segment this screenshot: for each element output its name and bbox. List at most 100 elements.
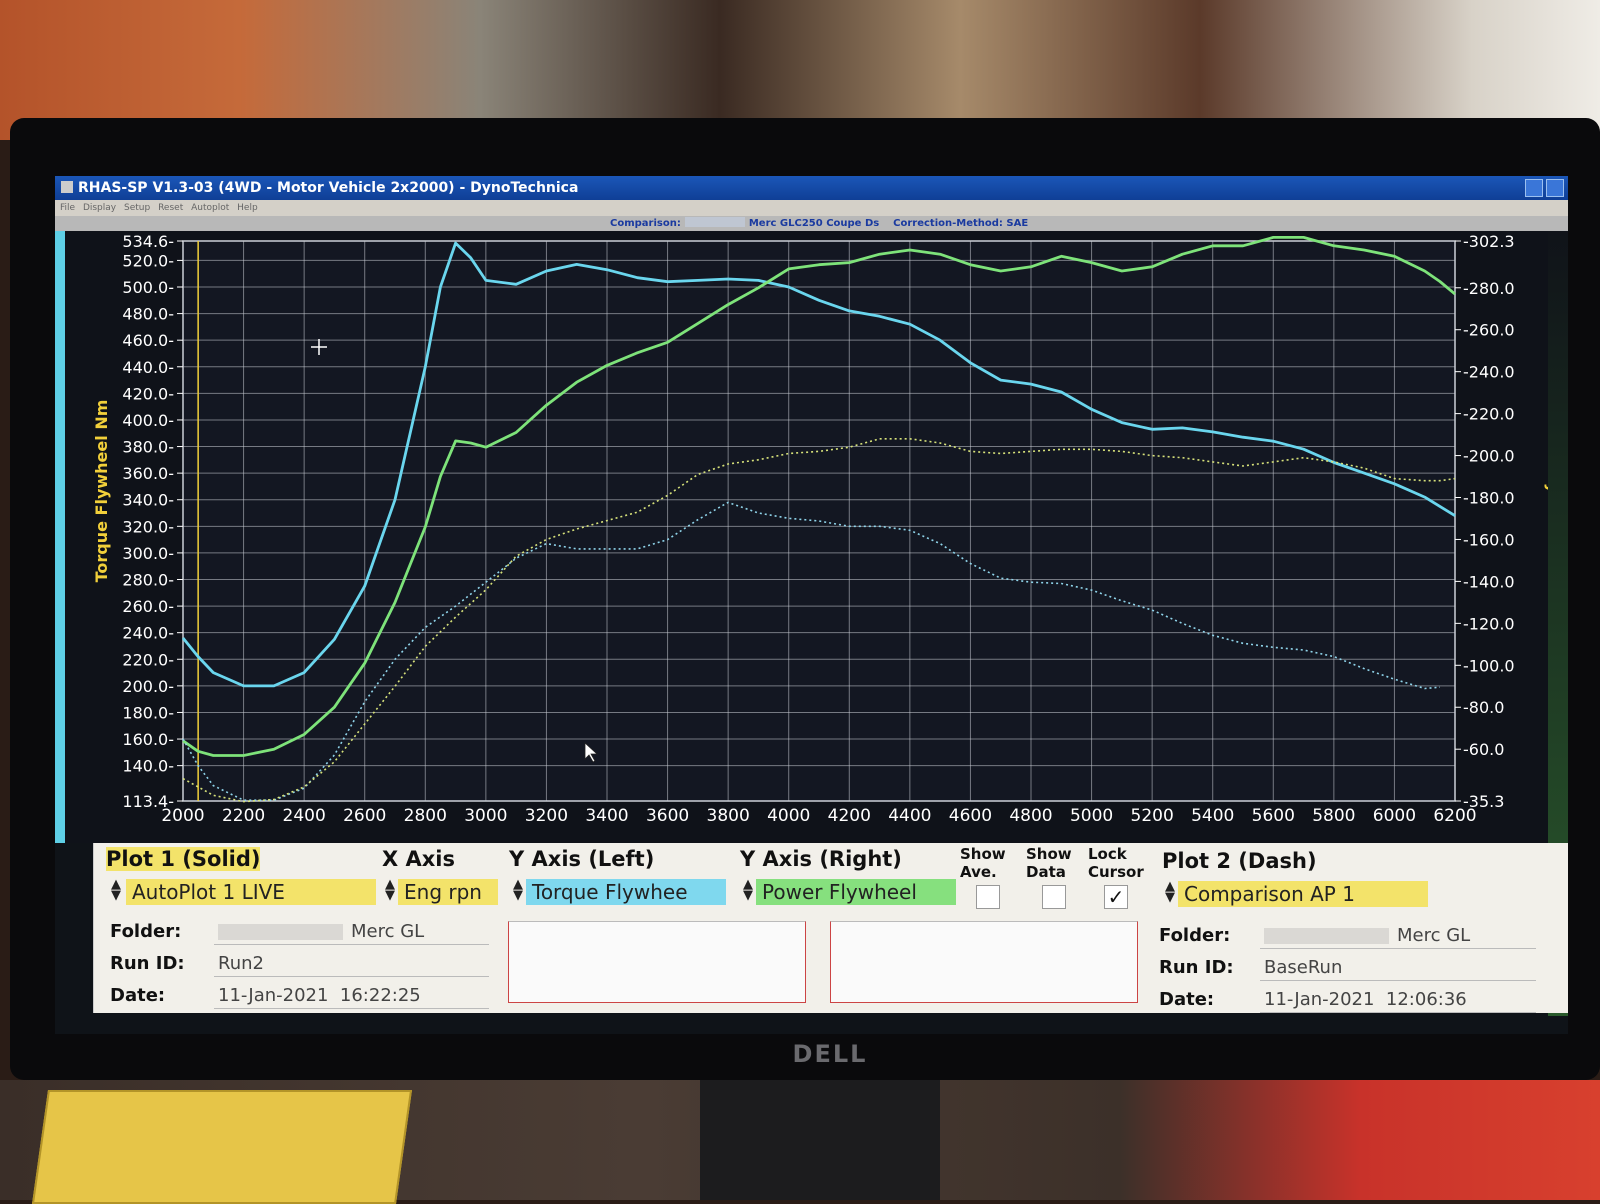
x-tick-label: 4600 [949, 806, 992, 826]
y-axis-right-title: Y Axis (Right) [740, 847, 902, 871]
show-data-checkbox[interactable] [1042, 885, 1066, 909]
plot-area[interactable]: 2000 2200 2400 2600 2800 3000 3200 3400 3600 3800… [55, 231, 1568, 843]
y-left-axis-title: Torque Flywheel Nm [92, 400, 111, 583]
plot2-notes-box[interactable] [830, 921, 1138, 1003]
background-box [31, 1090, 413, 1204]
y-right-tick-label: -160.0 [1463, 530, 1515, 549]
x-tick-label: 4200 [828, 806, 871, 826]
y-axis-left-field[interactable]: Torque Flywhee [526, 879, 726, 905]
menu-autoplot[interactable]: Autoplot [191, 203, 229, 213]
y-right-tick-label: -220.0 [1463, 405, 1515, 424]
y-left-tick-label: 460.0- [122, 331, 174, 350]
menu-reset[interactable]: Reset [158, 203, 183, 213]
plot1-spinner[interactable]: ▲ ▼ [110, 878, 122, 902]
plot2-title: Plot 2 (Dash) [1162, 849, 1317, 873]
y-left-tick-label: 400.0- [122, 411, 174, 430]
menu-bar: File Display Setup Reset Autoplot Help [55, 200, 1568, 216]
y-right-tick-label: -240.0 [1463, 363, 1515, 382]
y-axis-right-field[interactable]: Power Flywheel [756, 879, 956, 905]
title-bar: RHAS-SP V1.3-03 (4WD - Motor Vehicle 2x2… [55, 176, 1568, 200]
y-right-tick-label: -140.0 [1463, 572, 1515, 591]
plot2-folder-value: Merc GL [1260, 923, 1536, 949]
x-tick-label: 5400 [1191, 806, 1234, 826]
plot1-source-field[interactable]: AutoPlot 1 LIVE [126, 879, 376, 905]
dyno-chart[interactable]: 2000 2200 2400 2600 2800 3000 3200 3400 3600 3800… [65, 231, 1568, 843]
plot1-title: Plot 1 (Solid) [106, 847, 261, 871]
y-left-tick-label: 113.4- [122, 792, 174, 811]
x-tick-label: 5600 [1252, 806, 1295, 826]
x-tick-label: 2400 [283, 806, 326, 826]
x-axis-title: X Axis [382, 847, 455, 871]
y-left-tick-label: 280.0- [122, 570, 174, 589]
window-title: RHAS-SP V1.3-03 (4WD - Motor Vehicle 2x2… [78, 180, 579, 196]
menu-help[interactable]: Help [237, 203, 258, 213]
comparison-label: Comparison: [610, 218, 681, 229]
y-left-tick-label: 260.0- [122, 597, 174, 616]
x-tick-label: 3400 [585, 806, 628, 826]
x-tick-label: 4800 [1009, 806, 1052, 826]
y-left-spinner[interactable]: ▲ ▼ [512, 878, 524, 902]
x-tick-label: 2800 [404, 806, 447, 826]
x-tick-label: 5200 [1131, 806, 1174, 826]
y-left-tick-label: 520.0- [122, 251, 174, 270]
plot2-runid-value: BaseRun [1260, 955, 1536, 981]
y-right-tick-label: -35.3 [1463, 792, 1504, 811]
plot2-date-label: Date: [1159, 989, 1215, 1010]
x-tick-label: 3600 [646, 806, 689, 826]
x-tick-label: 5800 [1312, 806, 1355, 826]
x-axis-field[interactable]: Eng rpn [398, 879, 498, 905]
menu-file[interactable]: File [60, 203, 75, 213]
app-icon [61, 181, 73, 193]
y-right-tick-label: -260.0 [1463, 321, 1515, 340]
minimize-icon[interactable] [1525, 179, 1543, 197]
x-tick-label: 6000 [1373, 806, 1416, 826]
y-left-tick-label: 140.0- [122, 757, 174, 776]
y-left-tick-label: 180.0- [122, 703, 174, 722]
y-left-tick-label: 380.0- [122, 438, 174, 457]
y-left-tick-label: 480.0- [122, 305, 174, 324]
y-right-tick-label: -100.0 [1463, 656, 1515, 675]
x-tick-label: 4400 [888, 806, 931, 826]
menu-setup[interactable]: Setup [124, 203, 150, 213]
plot1-runid-label: Run ID: [110, 953, 185, 974]
x-tick-label: 3200 [525, 806, 568, 826]
monitor-logo: DELL [792, 1040, 868, 1068]
plot2-runid-label: Run ID: [1159, 957, 1234, 978]
lock-cursor-checkbox[interactable]: ✓ [1104, 885, 1128, 909]
comparison-name: Merc GLC250 Coupe Ds [748, 218, 880, 229]
y-left-tick-label: 200.0- [122, 677, 174, 696]
plot1-notes-box[interactable] [508, 921, 806, 1003]
x-axis-spinner[interactable]: ▲ ▼ [384, 878, 396, 902]
y-right-spinner[interactable]: ▲ ▼ [742, 878, 754, 902]
y-left-tick-label: 240.0- [122, 624, 174, 643]
plot1-date-label: Date: [110, 985, 166, 1006]
plot-background [182, 240, 1456, 802]
plot1-runid-value: Run2 [214, 951, 489, 977]
y-left-tick-label: 300.0- [122, 544, 174, 563]
plot2-source-field[interactable]: Comparison AP 1 [1178, 881, 1428, 907]
x-tick-label: 3000 [464, 806, 507, 826]
info-bar: Comparison: Merc GLC250 Coupe Ds Correcti… [55, 216, 1568, 231]
y-left-tick-label: 320.0- [122, 517, 174, 536]
x-tick-label: 2200 [222, 806, 265, 826]
y-left-tick-label: 440.0- [122, 358, 174, 377]
plot1-date-value: 11-Jan-2021 16:22:25 [214, 983, 489, 1009]
correction-method: Correction-Method: SAE [893, 218, 1029, 229]
restore-icon[interactable] [1546, 179, 1564, 197]
plot2-spinner[interactable]: ▲ ▼ [1164, 880, 1176, 904]
app-window: RHAS-SP V1.3-03 (4WD - Motor Vehicle 2x2… [55, 176, 1568, 1034]
y-left-tick-label: 220.0- [122, 650, 174, 669]
plot1-folder-label: Folder: [110, 921, 182, 942]
plot2-date-value: 11-Jan-2021 12:06:36 [1260, 987, 1536, 1013]
y-right-tick-label: -180.0 [1463, 489, 1515, 508]
x-tick-label: 5000 [1070, 806, 1113, 826]
redacted-block [218, 924, 343, 940]
lock-cursor-label: Lock Cursor [1088, 845, 1144, 881]
menu-display[interactable]: Display [83, 203, 116, 213]
y-left-tick-label: 160.0- [122, 730, 174, 749]
show-ave-checkbox[interactable] [976, 885, 1000, 909]
plot1-folder-text: Merc GL [351, 921, 425, 942]
y-left-tick-label: 420.0- [122, 384, 174, 403]
y-right-tick-label: -120.0 [1463, 614, 1515, 633]
y-right-tick-label: -80.0 [1463, 698, 1504, 717]
